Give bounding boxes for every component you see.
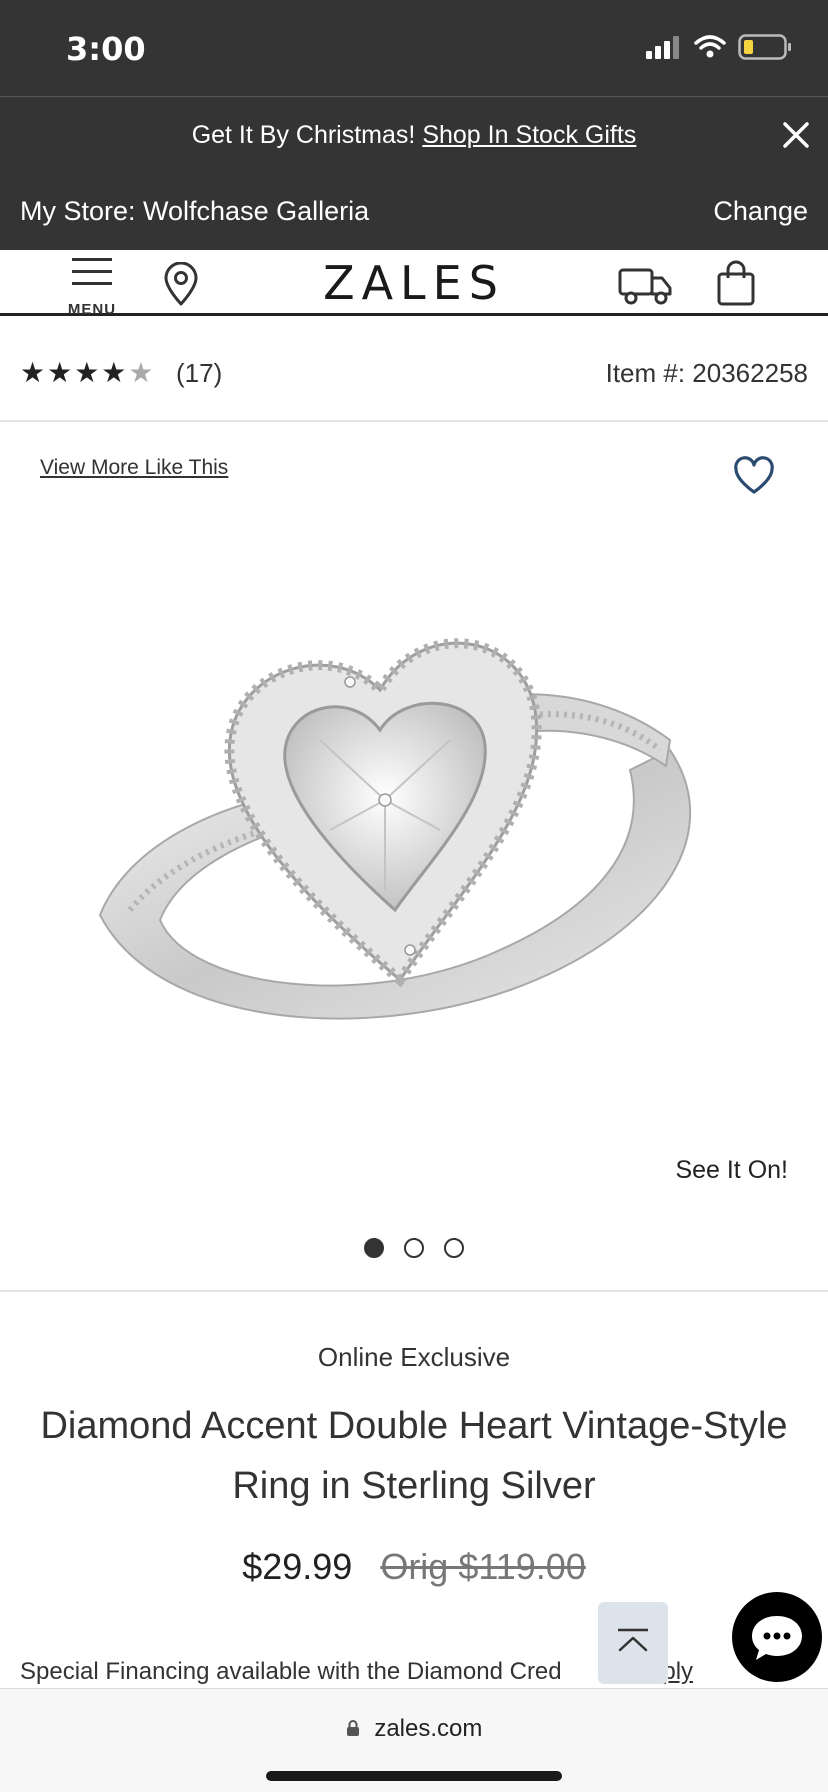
url-text: zales.com (374, 1715, 483, 1742)
sale-price: $29.99 (242, 1546, 353, 1587)
financing-text: Special Financing available with the Dia… (20, 1658, 562, 1685)
shop-in-stock-link[interactable]: Shop In Stock Gifts (422, 121, 636, 149)
status-bar: 3:00 (0, 0, 828, 96)
signal-icon (646, 36, 679, 59)
review-count[interactable]: (17) (176, 358, 222, 389)
wifi-icon (694, 35, 726, 58)
half-star-icon: ★ (128, 357, 156, 388)
status-time: 3:00 (66, 30, 146, 68)
battery-icon (738, 34, 791, 60)
carousel-dot[interactable] (444, 1238, 464, 1258)
delivery-truck-icon[interactable] (618, 264, 674, 306)
star-rating[interactable]: ★★★★★ (20, 356, 156, 389)
chevron-up-icon (618, 1628, 648, 1652)
price-row: $29.99 Orig $119.00 (0, 1546, 828, 1588)
close-icon[interactable] (778, 117, 814, 153)
status-icons (646, 34, 792, 60)
store-label: My Store: Wolfchase Galleria (20, 196, 370, 226)
carousel-dots (0, 1238, 828, 1258)
ring-illustration (98, 638, 691, 1020)
original-price: Orig $119.00 (380, 1546, 586, 1587)
online-exclusive-badge: Online Exclusive (317, 1342, 511, 1372)
zales-logo[interactable]: ZALES (0, 256, 828, 310)
url-display: zales.com (0, 1715, 828, 1743)
back-to-top-button[interactable] (598, 1602, 668, 1684)
browser-url-bar[interactable]: zales.com (0, 1688, 828, 1792)
product-title: Diamond Accent Double Heart Vintage-Styl… (40, 1405, 788, 1507)
promo-message: Get It By Christmas! (191, 121, 416, 149)
site-header: MENU ZALES (0, 250, 828, 318)
view-more-like-this-link[interactable]: View More Like This (40, 456, 228, 480)
rating-row: ★★★★★ (17) Item #: 20362258 (0, 316, 828, 422)
chat-button[interactable] (732, 1592, 822, 1682)
product-image[interactable] (70, 590, 760, 1130)
filled-stars: ★★★★ (20, 357, 129, 388)
change-store-button[interactable]: Change (713, 196, 808, 227)
lock-icon (346, 1720, 359, 1736)
shopping-bag-icon[interactable] (714, 260, 758, 306)
heart-icon[interactable] (732, 456, 776, 496)
divider (0, 1290, 828, 1292)
promo-banner: Get It By Christmas! Shop In Stock Gifts (0, 96, 828, 174)
promo-text: Get It By Christmas! Shop In Stock Gifts (0, 121, 828, 150)
item-number: Item #: 20362258 (605, 358, 808, 388)
carousel-dot[interactable] (364, 1238, 384, 1258)
carousel-dot[interactable] (404, 1238, 424, 1258)
home-indicator[interactable] (266, 1771, 562, 1781)
store-bar: My Store: Wolfchase Galleria Change (0, 174, 828, 250)
see-it-on-button[interactable]: See It On! (675, 1156, 788, 1185)
chat-bubble-icon (752, 1616, 802, 1660)
